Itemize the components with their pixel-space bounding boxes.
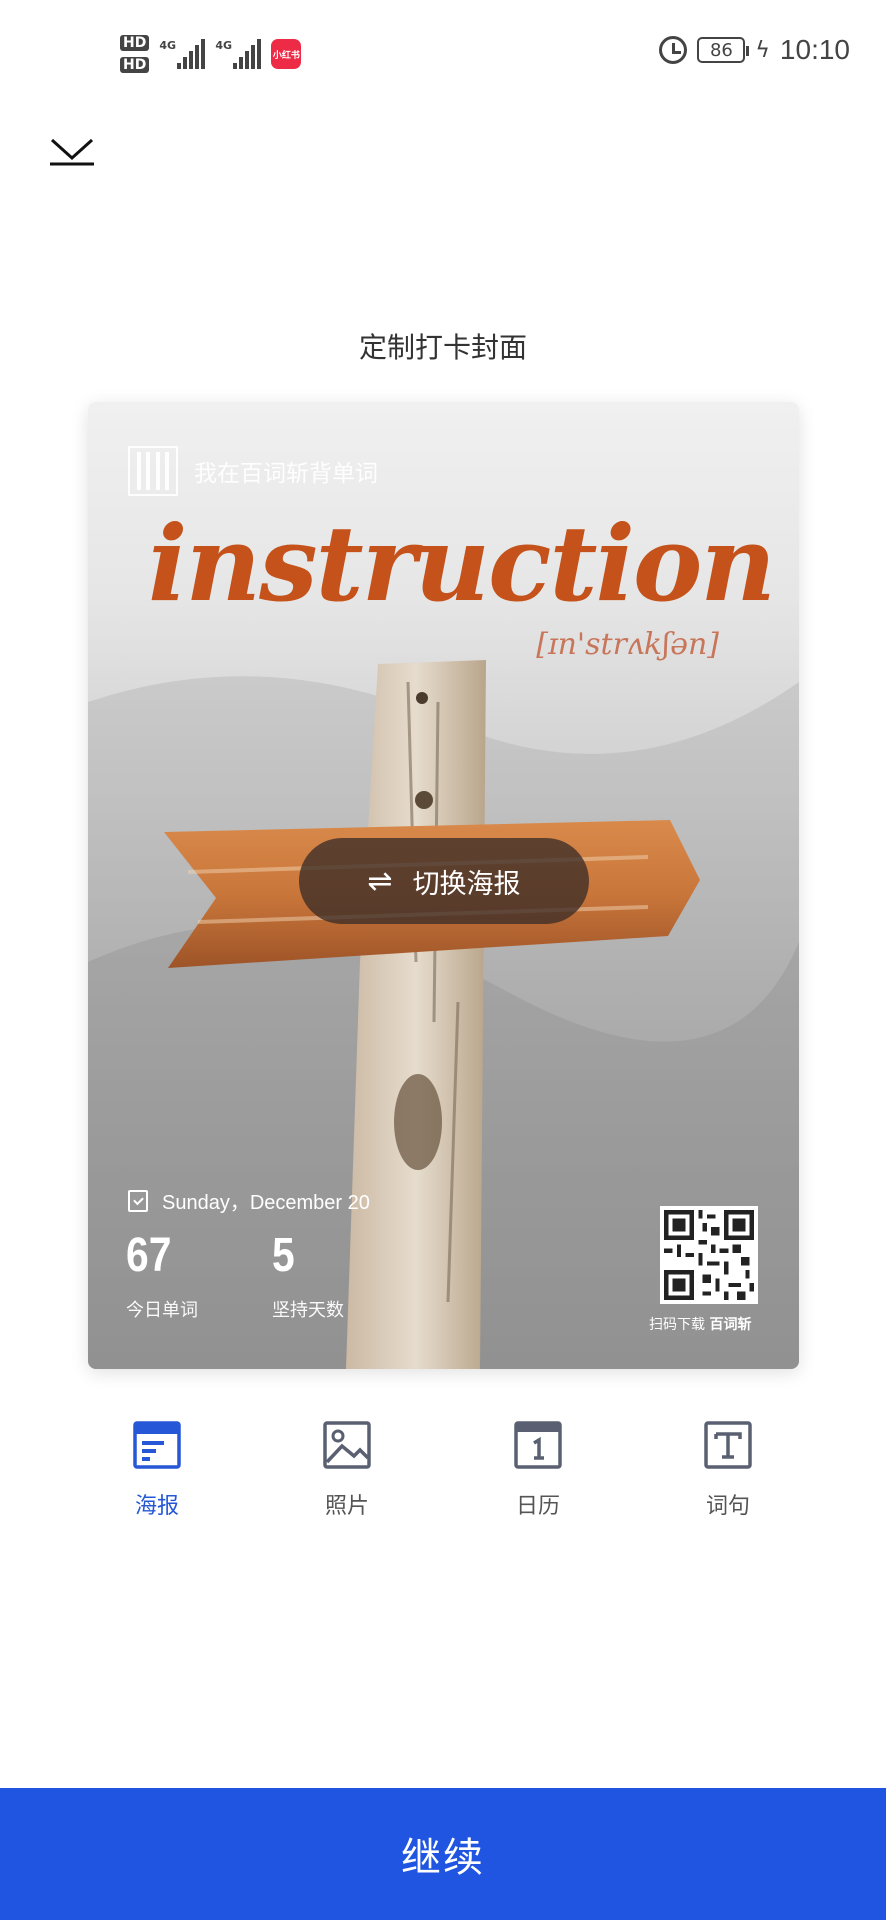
hd1-badge: HD: [120, 35, 150, 51]
streak-days-value: 5: [272, 1229, 295, 1282]
brand-text: 我在百词斩背单词: [194, 461, 378, 487]
hd2-badge: HD: [120, 57, 150, 73]
signal1-label: 4G: [159, 39, 177, 52]
photo-icon: [323, 1421, 371, 1469]
clock-time: 10:10: [779, 34, 850, 65]
xiaohongshu-app-icon: 小红书: [271, 39, 302, 69]
baicizhan-logo-icon: [128, 446, 178, 496]
status-left: HD HD 4G 4G 小红书: [120, 28, 302, 80]
poster-preview: 我在百词斩背单词 instruction [ɪn'strʌkʃən] ⇌ 切换海…: [88, 402, 799, 1369]
tab-sentence[interactable]: 词句: [668, 1420, 788, 1520]
calendar-icon: [514, 1421, 562, 1469]
tab-photo-label: 照片: [324, 1494, 369, 1519]
date-row: Sunday，December 20: [128, 1186, 370, 1215]
tab-photo[interactable]: 照片: [287, 1420, 407, 1520]
tab-calendar-label: 日历: [515, 1494, 560, 1519]
tab-calendar[interactable]: 日历: [478, 1420, 598, 1520]
signal1-icon: 4G: [159, 39, 206, 69]
page-title: 定制打卡封面: [358, 331, 527, 364]
continue-button[interactable]: 继续: [0, 1788, 886, 1920]
switch-poster-label: 切换海报: [412, 868, 521, 900]
poster-icon: [133, 1421, 181, 1469]
today-words-stat: 67 今日单词: [126, 1228, 198, 1322]
qr-caption: 扫码下载 百词斩: [649, 1314, 751, 1334]
qr-code: [660, 1206, 758, 1304]
swap-icon: ⇌: [367, 863, 393, 899]
poster-phonetic: [ɪn'strʌkʃən]: [536, 627, 719, 662]
switch-poster-button[interactable]: ⇌ 切换海报: [299, 838, 589, 924]
brand-row: 我在百词斩背单词: [128, 446, 378, 496]
battery-icon: 86: [697, 37, 750, 63]
status-right: 86 ϟ 10:10: [659, 34, 850, 66]
today-words-value: 67: [126, 1229, 172, 1282]
qr-code-icon: [664, 1210, 754, 1300]
date-text: Sunday，December 20: [162, 1192, 370, 1214]
text-icon: [704, 1421, 752, 1469]
calendar-check-icon: [128, 1189, 148, 1212]
tab-poster-label: 海报: [134, 1494, 179, 1519]
alarm-icon: [659, 36, 688, 64]
cover-type-tabs: 海报 照片 日历 词句: [0, 1420, 886, 1540]
signal2-icon: 4G: [215, 39, 262, 69]
collapse-button[interactable]: [44, 134, 100, 174]
poster-word: instruction: [148, 502, 776, 625]
today-words-label: 今日单词: [126, 1300, 198, 1321]
chevron-down-icon: [50, 138, 94, 166]
hd-indicators: HD HD: [120, 35, 150, 73]
qr-caption-brand: 百词斩: [709, 1317, 752, 1333]
qr-caption-prefix: 扫码下载: [649, 1317, 705, 1333]
streak-days-stat: 5 坚持天数: [272, 1228, 344, 1322]
status-bar: HD HD 4G 4G 小红书 86 ϟ 10:10: [0, 0, 886, 110]
signal2-label: 4G: [215, 39, 233, 52]
tab-poster[interactable]: 海报: [97, 1420, 217, 1520]
streak-days-label: 坚持天数: [272, 1300, 344, 1321]
charging-icon: ϟ: [755, 37, 770, 63]
tab-sentence-label: 词句: [705, 1494, 750, 1519]
